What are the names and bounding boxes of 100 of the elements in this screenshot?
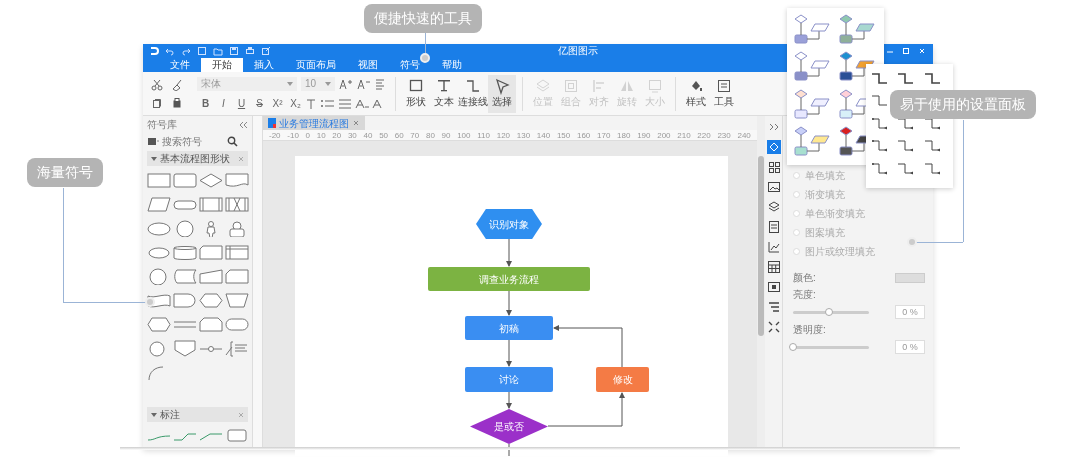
fill-icon[interactable]	[766, 140, 781, 154]
subprocess-icon[interactable]	[199, 196, 223, 213]
redo-icon[interactable]	[181, 46, 191, 56]
export-icon[interactable]	[261, 46, 271, 56]
folder-icon[interactable]	[213, 46, 223, 56]
format-button[interactable]: I	[215, 96, 232, 111]
rounded-rectangle-icon[interactable]	[173, 172, 197, 189]
font-size-select[interactable]: 10	[301, 76, 335, 91]
close-icon[interactable]	[917, 46, 927, 56]
manual-input-icon[interactable]	[199, 268, 223, 285]
connector-arrow	[506, 339, 512, 367]
ribbon-tab[interactable]: 插入	[243, 58, 285, 72]
spin-field[interactable]: 0 %	[895, 305, 925, 319]
radio-option[interactable]: 渐变填充	[793, 187, 925, 202]
radio-option[interactable]: 单色渐变填充	[793, 206, 925, 221]
print-icon[interactable]	[245, 46, 255, 56]
shrink-font-icon[interactable]	[357, 77, 371, 90]
collapse-caret-icon	[151, 155, 157, 162]
map-icon[interactable]	[766, 280, 781, 294]
layers-icon[interactable]	[766, 200, 781, 214]
diamond-icon[interactable]	[199, 172, 223, 189]
stored-data-icon[interactable]	[173, 268, 197, 285]
ruler-label: 60	[394, 130, 404, 140]
tool-button[interactable]: 连接线	[458, 74, 488, 113]
collapse-icon[interactable]	[238, 120, 248, 129]
image-icon[interactable]	[766, 180, 781, 194]
cylinder-icon[interactable]	[173, 244, 197, 261]
format-button[interactable]: X₂	[287, 96, 304, 111]
ellipse-icon[interactable]	[147, 220, 171, 237]
highlight-icon[interactable]	[354, 97, 370, 110]
document-icon[interactable]	[225, 172, 249, 189]
hexagon-icon[interactable]	[147, 316, 171, 333]
internal-storage-icon[interactable]	[225, 244, 249, 261]
radio-option[interactable]: 图片或纹理填充	[793, 244, 925, 259]
scissors-icon[interactable]	[151, 78, 163, 91]
close-icon	[352, 119, 360, 127]
spin-field[interactable]: 0 %	[895, 340, 925, 354]
tool-button[interactable]: 选择	[488, 74, 516, 113]
save-icon[interactable]	[229, 46, 239, 56]
callout-box-icon[interactable]	[225, 428, 249, 443]
off-page-icon[interactable]	[173, 340, 197, 357]
radio-option[interactable]: 图案填充	[793, 225, 925, 240]
scrollbar-thumb[interactable]	[758, 156, 764, 336]
section-header[interactable]: 标注	[147, 407, 248, 422]
tool-button[interactable]: 形状	[402, 74, 430, 113]
tool-button[interactable]: 文本	[430, 74, 458, 113]
library-menu-icon[interactable]	[147, 136, 159, 146]
slider-thumb[interactable]	[789, 342, 797, 351]
cross-rectangle-icon[interactable]	[225, 196, 249, 213]
rectangle-icon[interactable]	[147, 172, 171, 189]
ribbon-tab[interactable]: 符号	[389, 58, 431, 72]
fit-icon[interactable]	[766, 320, 781, 334]
card-icon[interactable]	[199, 244, 223, 261]
page-icon[interactable]	[766, 220, 781, 234]
terminator-icon[interactable]	[225, 316, 249, 333]
format-button[interactable]: S	[251, 96, 268, 111]
ruler-label: -20	[269, 130, 281, 140]
copy-icon[interactable]	[151, 96, 163, 109]
ribbon-tab[interactable]: 帮助	[431, 58, 473, 72]
brush-icon[interactable]	[171, 78, 183, 91]
display-icon[interactable]	[199, 292, 223, 309]
maximize-icon[interactable]	[901, 46, 911, 56]
new-file-icon[interactable]	[197, 46, 207, 56]
bullet-list-icon[interactable]	[320, 97, 336, 110]
chart-icon[interactable]	[766, 240, 781, 254]
color-swatch[interactable]	[895, 272, 925, 283]
section-header[interactable]: 基本流程图形状	[147, 151, 248, 166]
undo-icon[interactable]	[165, 46, 175, 56]
format-button[interactable]: X²	[269, 96, 286, 111]
oval-label-icon[interactable]	[147, 244, 171, 261]
ribbon-tab[interactable]: 开始	[201, 58, 243, 72]
format-button[interactable]: B	[197, 96, 214, 111]
format-button[interactable]: U	[233, 96, 250, 111]
tool-button[interactable]: 工具	[710, 74, 738, 113]
card-icon[interactable]	[225, 268, 249, 285]
ruler-label: 150	[556, 130, 571, 140]
annotation-icon[interactable]	[225, 340, 249, 357]
line-spacing-icon[interactable]	[337, 97, 353, 110]
tool-button[interactable]: 样式	[682, 74, 710, 113]
parallelogram-icon[interactable]	[147, 196, 171, 213]
radio-option[interactable]: 单色填充	[793, 168, 925, 183]
ribbon-tab[interactable]: 视图	[347, 58, 389, 72]
slider-track[interactable]	[793, 310, 869, 314]
search-icon[interactable]	[227, 135, 238, 147]
flowchart-node: 识别对象	[476, 209, 542, 239]
list-icon[interactable]	[766, 300, 781, 314]
ribbon-tab[interactable]: 文件	[159, 58, 201, 72]
grow-font-icon[interactable]	[339, 77, 353, 90]
paste-icon[interactable]	[171, 96, 183, 109]
loop-limit-icon[interactable]	[199, 316, 223, 333]
font-select[interactable]: 宋体	[197, 76, 297, 91]
slider-thumb[interactable]	[825, 307, 834, 316]
trapezoid-icon[interactable]	[225, 292, 249, 309]
ruler-label: 110	[477, 130, 490, 140]
ribbon-tab[interactable]: 页面布局	[285, 58, 347, 72]
grid-icon[interactable]	[766, 160, 781, 174]
document-tab[interactable]: 业务管理流程图	[263, 116, 365, 130]
table-icon[interactable]	[766, 260, 781, 274]
delay-icon[interactable]	[173, 292, 197, 309]
search-field[interactable]: 搜索符号	[162, 134, 224, 148]
